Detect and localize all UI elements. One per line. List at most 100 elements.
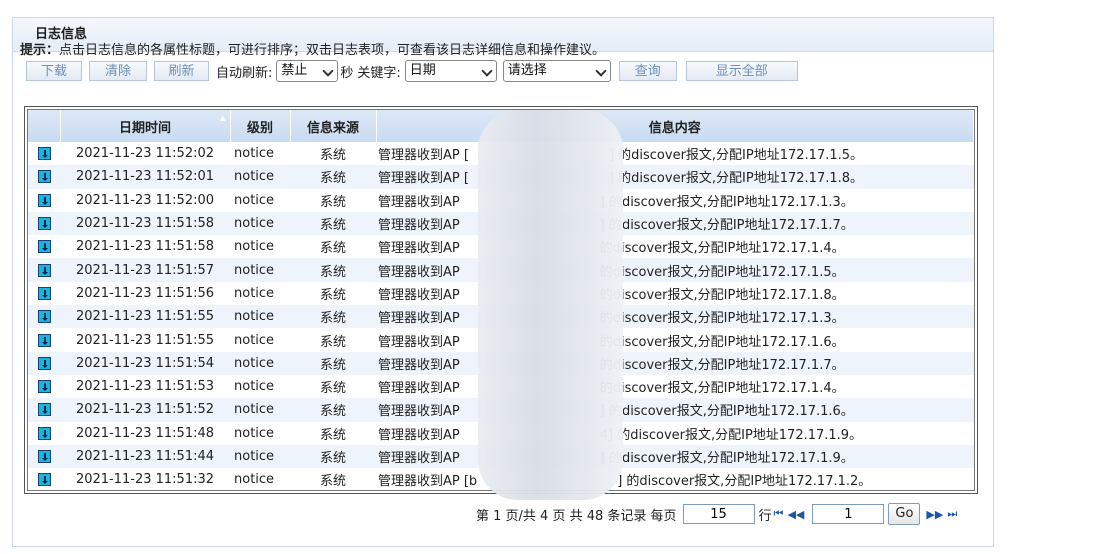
show-all-button[interactable]: 显示全部 — [685, 61, 798, 81]
pager: 第 1 页/共 4 页 共 48 条记录 每页 行 ⏮ ◀◀ Go ▶▶ ⏭ — [476, 503, 959, 525]
log-detail-icon[interactable] — [37, 217, 51, 231]
message-prefix: 管理器收到AP — [378, 404, 460, 420]
detail-icon — [28, 351, 60, 375]
header-date-label: 日期时间 — [118, 120, 171, 136]
cell-message: 管理器收到AP 的discover报文,分配IP地址172.17.1.6。 — [376, 328, 974, 351]
log-detail-icon[interactable] — [37, 450, 51, 463]
download-button[interactable]: 下载 — [26, 61, 82, 81]
page-input[interactable] — [812, 504, 885, 524]
cell-source: 系统 — [319, 474, 346, 490]
cell-source: 系统 — [319, 334, 346, 350]
redaction-blur — [478, 110, 623, 500]
cell-date: 2021-11-23 11:51:53 — [75, 379, 215, 395]
cell-message: 管理器收到AP 的discover报文,分配IP地址172.17.1.8。 — [376, 282, 974, 305]
cell-message: 管理器收到AP [] 的discover报文,分配IP地址172.17.1.8。 — [376, 165, 974, 189]
log-detail-icon[interactable] — [37, 286, 51, 300]
cell-message: 管理器收到AP 的discover报文,分配IP地址172.17.1.5。 — [376, 258, 974, 282]
hint-text: 提示：点击日志信息的各属性标题，可进行排序；双击日志表项，可查看该日志详细信息和… — [20, 39, 605, 58]
message-suffix: 的discover报文,分配IP地址172.17.1.7。 — [599, 357, 845, 373]
message-suffix: 的discover报文,分配IP地址172.17.1.4。 — [599, 241, 845, 257]
log-detail-icon[interactable] — [37, 403, 51, 417]
message-suffix: 4] 的discover报文,分配IP地址172.17.1.9。 — [599, 427, 863, 443]
cell-date: 2021-11-23 11:51:58 — [75, 239, 215, 255]
prev-page-icon[interactable]: ◀◀ — [787, 508, 804, 521]
message-prefix: 管理器收到AP — [378, 451, 460, 466]
header-icon-col — [28, 110, 61, 142]
log-detail-icon[interactable] — [37, 147, 51, 161]
log-detail-icon[interactable] — [37, 240, 51, 254]
detail-icon — [28, 398, 60, 422]
cell-source: 系统 — [290, 211, 376, 236]
cell-level: notice — [234, 332, 275, 348]
cell-level: notice — [234, 192, 275, 208]
message-suffix: ] 的discover报文,分配IP地址172.17.1.7。 — [599, 218, 854, 234]
pager-summary: 第 1 页/共 4 页 共 48 条记录 每页 — [476, 508, 677, 524]
detail-icon — [28, 258, 60, 282]
log-detail-icon[interactable] — [37, 380, 51, 394]
cell-level: notice — [234, 285, 275, 301]
refresh-button[interactable]: 刷新 — [154, 61, 209, 81]
header-date[interactable]: 日期时间 ▲ — [60, 110, 231, 142]
detail-icon — [28, 165, 60, 189]
header-level[interactable]: 级别 — [230, 110, 291, 142]
sort-icon: ▲ — [220, 114, 226, 122]
header-message[interactable]: 信息内容 — [376, 110, 974, 142]
header-source[interactable]: 信息来源 — [290, 110, 377, 142]
log-detail-icon[interactable] — [37, 170, 51, 184]
log-detail-icon[interactable] — [37, 310, 51, 324]
cell-date: 2021-11-23 11:51:55 — [75, 332, 215, 348]
cell-source: 系统 — [290, 305, 376, 329]
message-prefix: 管理器收到AP — [378, 194, 460, 210]
cell-level: notice — [230, 444, 290, 469]
cell-date: 2021-11-23 11:51:48 — [75, 425, 215, 441]
cell-source: 系统 — [319, 241, 346, 257]
detail-icon — [28, 375, 60, 398]
log-detail-icon[interactable] — [37, 193, 51, 207]
cell-source: 系统 — [290, 351, 376, 375]
cell-message: 管理器收到AP ] 的discover报文,分配IP地址172.17.1.9。 — [376, 444, 974, 469]
log-detail-icon[interactable] — [37, 333, 51, 347]
cell-source: 系统 — [290, 258, 376, 282]
auto-refresh-select[interactable]: 禁止 — [276, 60, 339, 82]
log-detail-icon[interactable] — [37, 473, 51, 487]
cell-level: notice — [230, 211, 290, 236]
next-page-icon[interactable]: ▶▶ — [926, 508, 943, 521]
query-button[interactable]: 查询 — [618, 61, 677, 81]
log-detail-icon[interactable] — [37, 263, 51, 277]
message-prefix: 管理器收到AP — [378, 334, 460, 350]
detail-icon — [28, 235, 60, 258]
cell-message: 管理器收到AP 的discover报文,分配IP地址172.17.1.7。 — [376, 351, 974, 375]
message-prefix: 管理器收到AP — [378, 381, 460, 397]
toolbar: 下载 清除 刷新 自动刷新: 禁止 秒 关键字: 日期 请选择 查询 显示全部 — [26, 60, 805, 82]
cell-source: 系统 — [319, 287, 346, 303]
log-detail-icon[interactable] — [37, 356, 51, 370]
message-suffix: 的discover报文,分配IP地址172.17.1.3。 — [599, 311, 845, 327]
detail-icon — [28, 142, 60, 165]
detail-icon — [28, 211, 60, 236]
message-suffix: ] 的discover报文,分配IP地址172.17.1.9。 — [599, 451, 854, 466]
cell-date: 2021-11-23 11:51:55 — [60, 305, 230, 329]
message-suffix: 的discover报文,分配IP地址172.17.1.6。 — [599, 334, 845, 350]
cell-date: 2021-11-23 11:51:54 — [60, 351, 230, 375]
keyword-field-select[interactable]: 日期 — [404, 60, 497, 82]
keyword-value-select[interactable]: 请选择 — [502, 60, 611, 82]
cell-level: notice — [234, 472, 275, 488]
cell-message: 管理器收到AP 的discover报文,分配IP地址172.17.1.4。 — [376, 375, 974, 398]
chevron-down-icon — [595, 65, 607, 77]
cell-message: 管理器收到AP 的discover报文,分配IP地址172.17.1.3。 — [376, 305, 974, 329]
per-page-input[interactable] — [682, 504, 755, 524]
cell-message: 管理器收到AP 4] 的discover报文,分配IP地址172.17.1.9。 — [376, 422, 974, 445]
cell-date: 2021-11-23 11:51:56 — [75, 285, 215, 301]
message-prefix: 管理器收到AP — [378, 427, 460, 443]
detail-icon — [28, 468, 60, 490]
go-button[interactable]: Go — [888, 503, 921, 525]
log-detail-icon[interactable] — [37, 426, 51, 440]
clear-button[interactable]: 清除 — [89, 61, 147, 81]
last-page-icon[interactable]: ⏭ — [947, 507, 957, 521]
cell-source: 系统 — [290, 165, 376, 189]
cell-message: 管理器收到AP ] 的discover报文,分配IP地址172.17.1.6。 — [376, 398, 974, 422]
detail-icon — [28, 422, 60, 445]
message-suffix: ] 的discover报文,分配IP地址172.17.1.6。 — [599, 404, 854, 420]
cell-level: notice — [230, 398, 290, 422]
first-page-icon[interactable]: ⏮ — [774, 507, 784, 521]
